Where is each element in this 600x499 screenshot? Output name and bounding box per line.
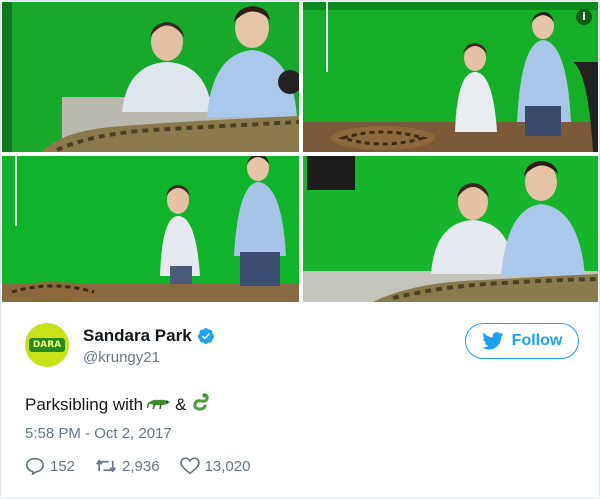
follow-button-label: Follow <box>511 332 563 349</box>
avatar-logo-text: DARA <box>29 338 65 352</box>
reply-count: 152 <box>50 457 76 475</box>
tweet-photo-2[interactable]: i <box>303 2 598 152</box>
tweet-text-body: Parksibling with <box>25 394 144 414</box>
name-row: Sandara Park <box>83 326 215 346</box>
retweet-action[interactable]: 2,936 <box>95 458 160 475</box>
crocodile-emoji <box>146 394 171 415</box>
tweet-header: DARA Sandara Park @krungy21 Follow <box>25 321 581 371</box>
tweet-text-joiner: & <box>175 394 187 414</box>
tweet-photo-3[interactable] <box>2 156 299 302</box>
like-action[interactable]: 13,020 <box>179 457 251 475</box>
follow-button[interactable]: Follow <box>465 323 579 359</box>
tweet-card: i DARA Sandara Park @krungy21 Follow Par… <box>0 0 600 499</box>
twitter-bird-icon <box>481 332 504 350</box>
retweet-icon <box>96 459 117 473</box>
photo-grid: i <box>2 2 598 302</box>
tweet-text: Parksibling with & <box>25 392 214 417</box>
like-count: 13,020 <box>204 457 251 475</box>
tweet-photo-1[interactable] <box>2 2 299 152</box>
tweet-photo-4[interactable] <box>303 156 598 302</box>
display-name[interactable]: Sandara Park <box>83 326 192 346</box>
reply-icon <box>25 457 45 475</box>
verified-badge-icon <box>197 328 214 344</box>
tweet-timestamp[interactable]: 5:58 PM - Oct 2, 2017 <box>25 425 172 442</box>
reply-action[interactable]: 152 <box>25 457 75 475</box>
heart-icon <box>179 457 200 475</box>
user-handle[interactable]: @krungy21 <box>83 349 160 366</box>
retweet-count: 2,936 <box>122 457 160 475</box>
tweet-actions: 152 2,936 13,020 <box>25 457 270 475</box>
info-icon[interactable]: i <box>576 9 592 25</box>
snake-emoji <box>190 392 210 417</box>
avatar[interactable]: DARA <box>25 323 69 367</box>
